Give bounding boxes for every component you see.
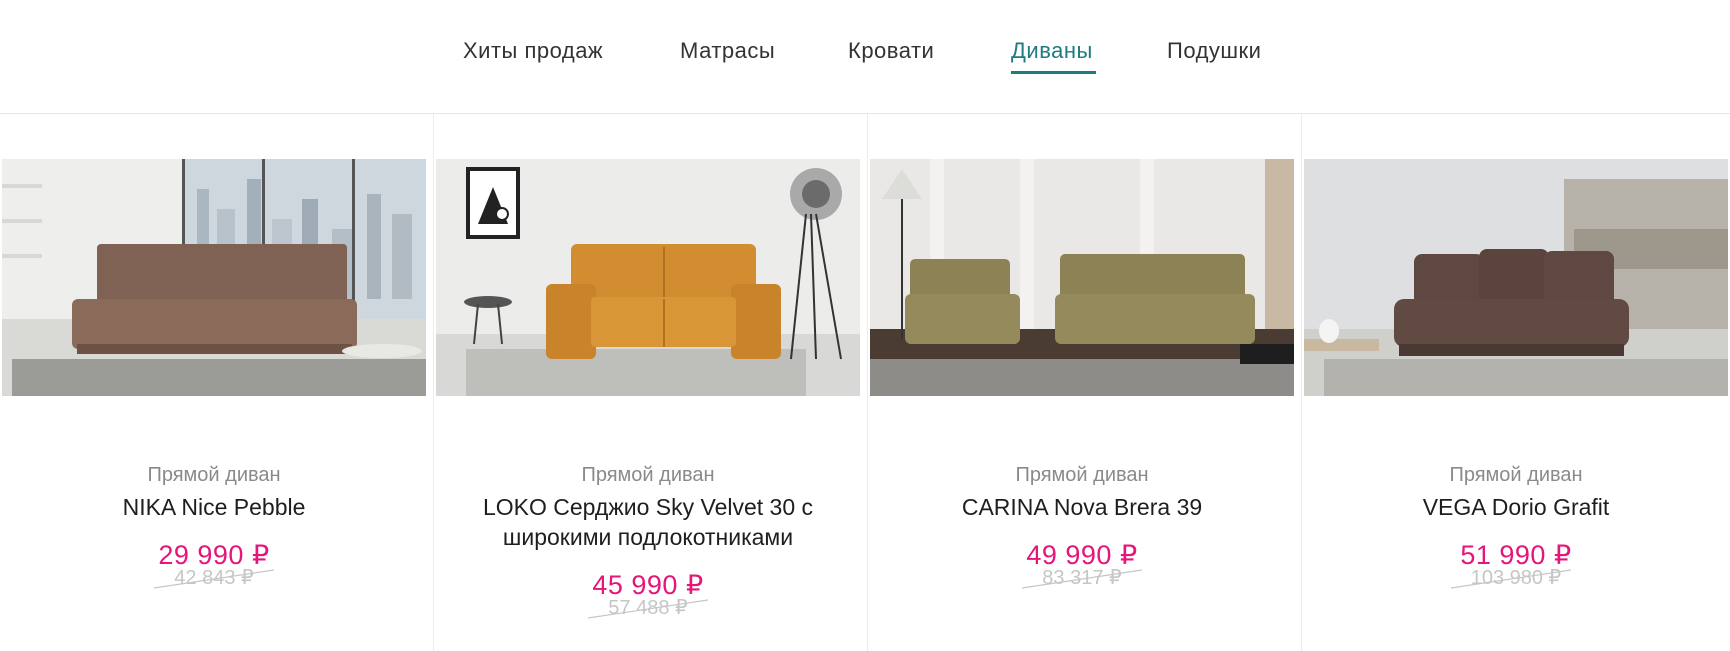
product-old-price: 83 317 ₽ <box>1022 566 1143 590</box>
tab-mattresses[interactable]: Матрасы <box>680 38 775 64</box>
price-block: 45 990 ₽ 57 488 ₽ <box>434 570 862 620</box>
active-tab-underline <box>1011 71 1096 74</box>
price-block: 29 990 ₽ 42 843 ₽ <box>0 540 428 590</box>
product-card[interactable]: Прямой диван NIKA Nice Pebble 29 990 ₽ 4… <box>0 114 434 651</box>
product-name[interactable]: CARINA Nova Brera 39 <box>892 492 1272 522</box>
old-price-value: 83 317 ₽ <box>1042 567 1122 589</box>
product-card[interactable]: Прямой диван CARINA Nova Brera 39 49 990… <box>868 114 1302 651</box>
product-card[interactable]: Прямой диван LOKO Серджио Sky Velvet 30 … <box>434 114 868 651</box>
product-image[interactable] <box>870 159 1294 396</box>
old-price-value: 57 488 ₽ <box>608 597 688 619</box>
category-tabs: Хиты продаж Матрасы Кровати Диваны Подуш… <box>0 0 1730 114</box>
product-type: Прямой диван <box>147 464 281 486</box>
price-block: 51 990 ₽ 103 980 ₽ <box>1302 540 1730 590</box>
product-name[interactable]: NIKA Nice Pebble <box>24 492 404 522</box>
old-price-value: 103 980 ₽ <box>1470 567 1562 589</box>
product-old-price: 42 843 ₽ <box>154 566 275 590</box>
product-type: Прямой диван <box>581 464 715 486</box>
product-image[interactable] <box>436 159 860 396</box>
product-image[interactable] <box>1304 159 1728 396</box>
product-card[interactable]: Прямой диван VEGA Dorio Grafit 51 990 ₽ … <box>1302 114 1730 651</box>
product-name[interactable]: LOKO Серджио Sky Velvet 30 с широкими по… <box>458 492 838 552</box>
tab-pillows[interactable]: Подушки <box>1167 38 1261 64</box>
product-type: Прямой диван <box>1015 464 1149 486</box>
product-old-price: 103 980 ₽ <box>1450 566 1571 590</box>
old-price-value: 42 843 ₽ <box>174 567 254 589</box>
product-type: Прямой диван <box>1449 464 1583 486</box>
product-old-price: 57 488 ₽ <box>588 596 709 620</box>
price-block: 49 990 ₽ 83 317 ₽ <box>868 540 1296 590</box>
tab-bestsellers[interactable]: Хиты продаж <box>463 38 603 64</box>
tab-sofas[interactable]: Диваны <box>1011 38 1093 64</box>
product-name[interactable]: VEGA Dorio Grafit <box>1326 492 1706 522</box>
tab-beds[interactable]: Кровати <box>848 38 934 64</box>
product-image[interactable] <box>2 159 426 396</box>
